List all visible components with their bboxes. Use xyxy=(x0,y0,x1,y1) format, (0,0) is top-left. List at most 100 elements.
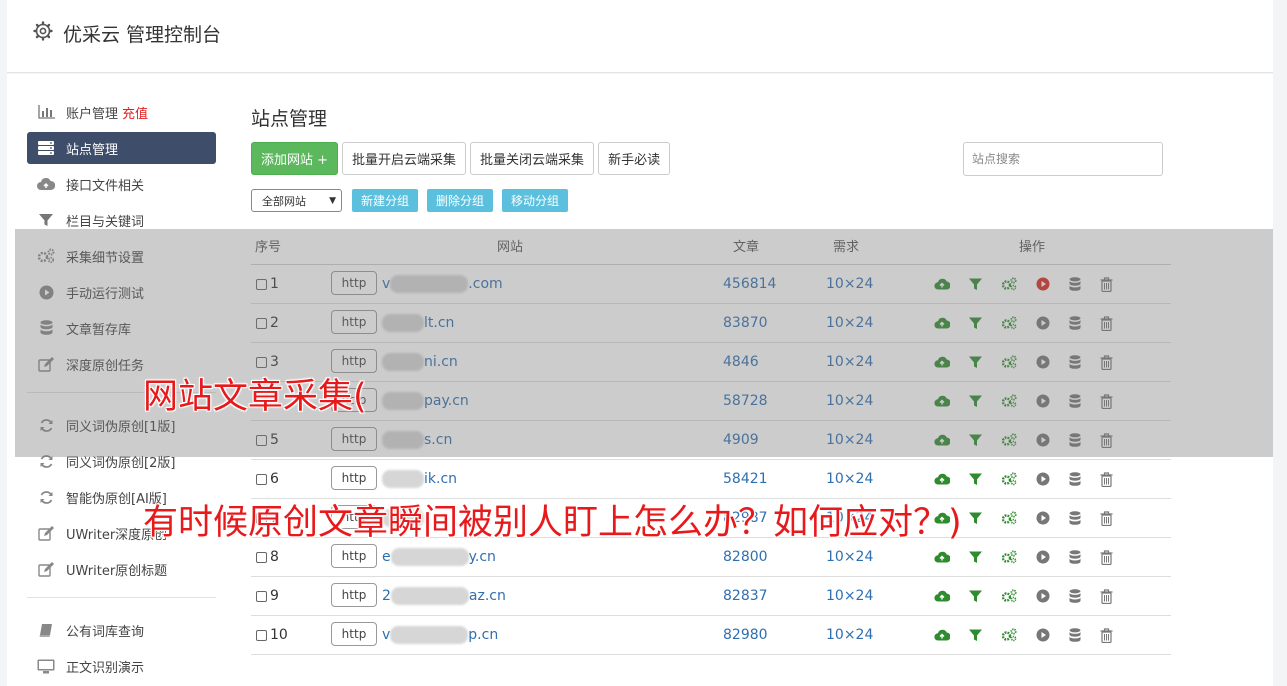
recharge-link[interactable]: 充值 xyxy=(122,103,148,122)
filter-icon[interactable] xyxy=(969,629,982,642)
trash-icon[interactable] xyxy=(1100,588,1113,604)
batch-open-cloud-button[interactable]: 批量开启云端采集 xyxy=(342,142,467,175)
caption-line-1: 网站文章采集( xyxy=(143,377,367,417)
play-circle-icon[interactable] xyxy=(1036,550,1050,564)
protocol-cell: http xyxy=(331,460,377,498)
row-select: 10 xyxy=(256,616,288,654)
row-number: 10 xyxy=(270,627,288,643)
protocol-button[interactable]: http xyxy=(331,583,377,607)
play-circle-icon[interactable] xyxy=(1036,511,1050,525)
sidebar-item-label: 站点管理 xyxy=(66,142,119,158)
cogs-icon[interactable] xyxy=(1001,628,1017,642)
caption-line-2: 有时候原创文章瞬间被别人盯上怎么办？如何应对？) xyxy=(143,503,962,543)
group-select-value: 全部网站 xyxy=(262,194,306,208)
group-select[interactable]: 全部网站 ▼ xyxy=(251,189,342,212)
database-icon[interactable] xyxy=(1069,510,1081,526)
main-content: 站点管理 添加网站 + 批量开启云端采集 批量关闭云端采集 新手必读 全部网站 … xyxy=(251,100,1171,655)
site-cell[interactable]: 2 az.cn xyxy=(382,577,506,615)
protocol-cell: http xyxy=(331,577,377,615)
play-circle-icon[interactable] xyxy=(1036,589,1050,603)
row-checkbox[interactable] xyxy=(256,473,267,485)
beginner-guide-button[interactable]: 新手必读 xyxy=(598,142,671,175)
protocol-button[interactable]: http xyxy=(331,466,377,490)
app-title: 优采云 管理控制台 xyxy=(63,24,222,46)
database-icon[interactable] xyxy=(1069,627,1081,643)
play-circle-icon[interactable] xyxy=(1036,472,1050,486)
cloud-upload-icon[interactable] xyxy=(934,473,950,485)
trash-icon[interactable] xyxy=(1100,471,1113,487)
sidebar-item-label: 栏目与关键词 xyxy=(66,214,145,230)
demand-value[interactable]: 10×24 xyxy=(826,460,873,498)
sidebar-item-lexicon[interactable]: 公有词库查询 xyxy=(27,614,216,646)
filter-icon xyxy=(37,211,55,229)
database-icon[interactable] xyxy=(1069,549,1081,565)
move-group-button[interactable]: 移动分组 xyxy=(502,189,569,212)
add-site-button[interactable]: 添加网站 + xyxy=(251,142,339,175)
row-number: 8 xyxy=(270,549,279,565)
delete-group-button[interactable]: 删除分组 xyxy=(427,189,494,212)
filter-icon[interactable] xyxy=(969,473,982,486)
top-bar: 优采云 管理控制台 xyxy=(7,0,1273,73)
site-search-input[interactable] xyxy=(963,142,1163,176)
cogs-icon[interactable] xyxy=(1001,511,1017,525)
sidebar-item-label: 账户管理 xyxy=(66,106,119,122)
redacted-domain xyxy=(390,626,469,644)
demand-value[interactable]: 10×24 xyxy=(826,577,873,615)
refresh-icon xyxy=(37,488,55,506)
filter-icon[interactable] xyxy=(969,590,982,603)
sidebar-divider xyxy=(27,597,216,598)
protocol-button[interactable]: http xyxy=(331,622,377,646)
bar-chart-icon xyxy=(37,103,55,121)
article-count[interactable]: 82980 xyxy=(723,616,768,654)
row-select: 6 xyxy=(256,460,279,498)
sidebar-item-sites[interactable]: 站点管理 xyxy=(27,132,216,164)
overlay-band xyxy=(15,229,1273,457)
trash-icon[interactable] xyxy=(1100,549,1113,565)
row-actions xyxy=(934,460,1113,498)
row-select: 9 xyxy=(256,577,279,615)
row-checkbox[interactable] xyxy=(256,629,267,641)
site-suffix: p.cn xyxy=(468,627,499,643)
demand-value[interactable]: 10×24 xyxy=(826,616,873,654)
redacted-domain xyxy=(382,470,424,488)
sidebar-item-uwriter-title[interactable]: UWriter原创标题 xyxy=(27,553,216,585)
cogs-icon[interactable] xyxy=(1001,550,1017,564)
row-checkbox[interactable] xyxy=(256,551,267,563)
site-prefix: v xyxy=(382,627,391,643)
database-icon[interactable] xyxy=(1069,471,1081,487)
site-cell[interactable]: ik.cn xyxy=(382,460,457,498)
sidebar-item-text-recognition[interactable]: 正文识别演示 xyxy=(27,650,216,682)
cogs-icon[interactable] xyxy=(1001,472,1017,486)
new-group-button[interactable]: 新建分组 xyxy=(352,189,419,212)
protocol-cell: http xyxy=(331,616,377,654)
trash-icon[interactable] xyxy=(1100,510,1113,526)
article-count[interactable]: 58421 xyxy=(723,460,768,498)
site-prefix: e xyxy=(382,549,391,565)
chevron-down-icon: ▼ xyxy=(329,195,336,206)
site-suffix: az.cn xyxy=(468,588,506,604)
trash-icon[interactable] xyxy=(1100,627,1113,643)
redacted-domain xyxy=(390,587,469,605)
database-icon[interactable] xyxy=(1069,588,1081,604)
filter-icon[interactable] xyxy=(969,512,982,525)
play-circle-icon[interactable] xyxy=(1036,628,1050,642)
gear-icon[interactable] xyxy=(33,21,53,41)
redacted-domain xyxy=(390,548,469,566)
toolbar: 添加网站 + 批量开启云端采集 批量关闭云端采集 新手必读 xyxy=(251,142,671,175)
batch-close-cloud-button[interactable]: 批量关闭云端采集 xyxy=(470,142,595,175)
sidebar-item-interface[interactable]: 接口文件相关 xyxy=(27,168,216,200)
row-actions xyxy=(934,577,1113,615)
filter-icon[interactable] xyxy=(969,551,982,564)
article-count[interactable]: 82837 xyxy=(723,577,768,615)
row-checkbox[interactable] xyxy=(256,590,267,602)
table-row: 10 http v p.cn 82980 10×24 xyxy=(251,616,1171,655)
protocol-button[interactable]: http xyxy=(331,544,377,568)
cloud-upload-icon[interactable] xyxy=(934,629,950,641)
cogs-icon[interactable] xyxy=(1001,589,1017,603)
site-cell[interactable]: v p.cn xyxy=(382,616,498,654)
cloud-upload-icon[interactable] xyxy=(934,590,950,602)
cloud-upload-icon[interactable] xyxy=(934,551,950,563)
edit-icon xyxy=(37,560,55,578)
site-suffix: y.cn xyxy=(468,549,496,565)
sidebar-item-account[interactable]: 账户管理 充值 xyxy=(27,96,216,128)
